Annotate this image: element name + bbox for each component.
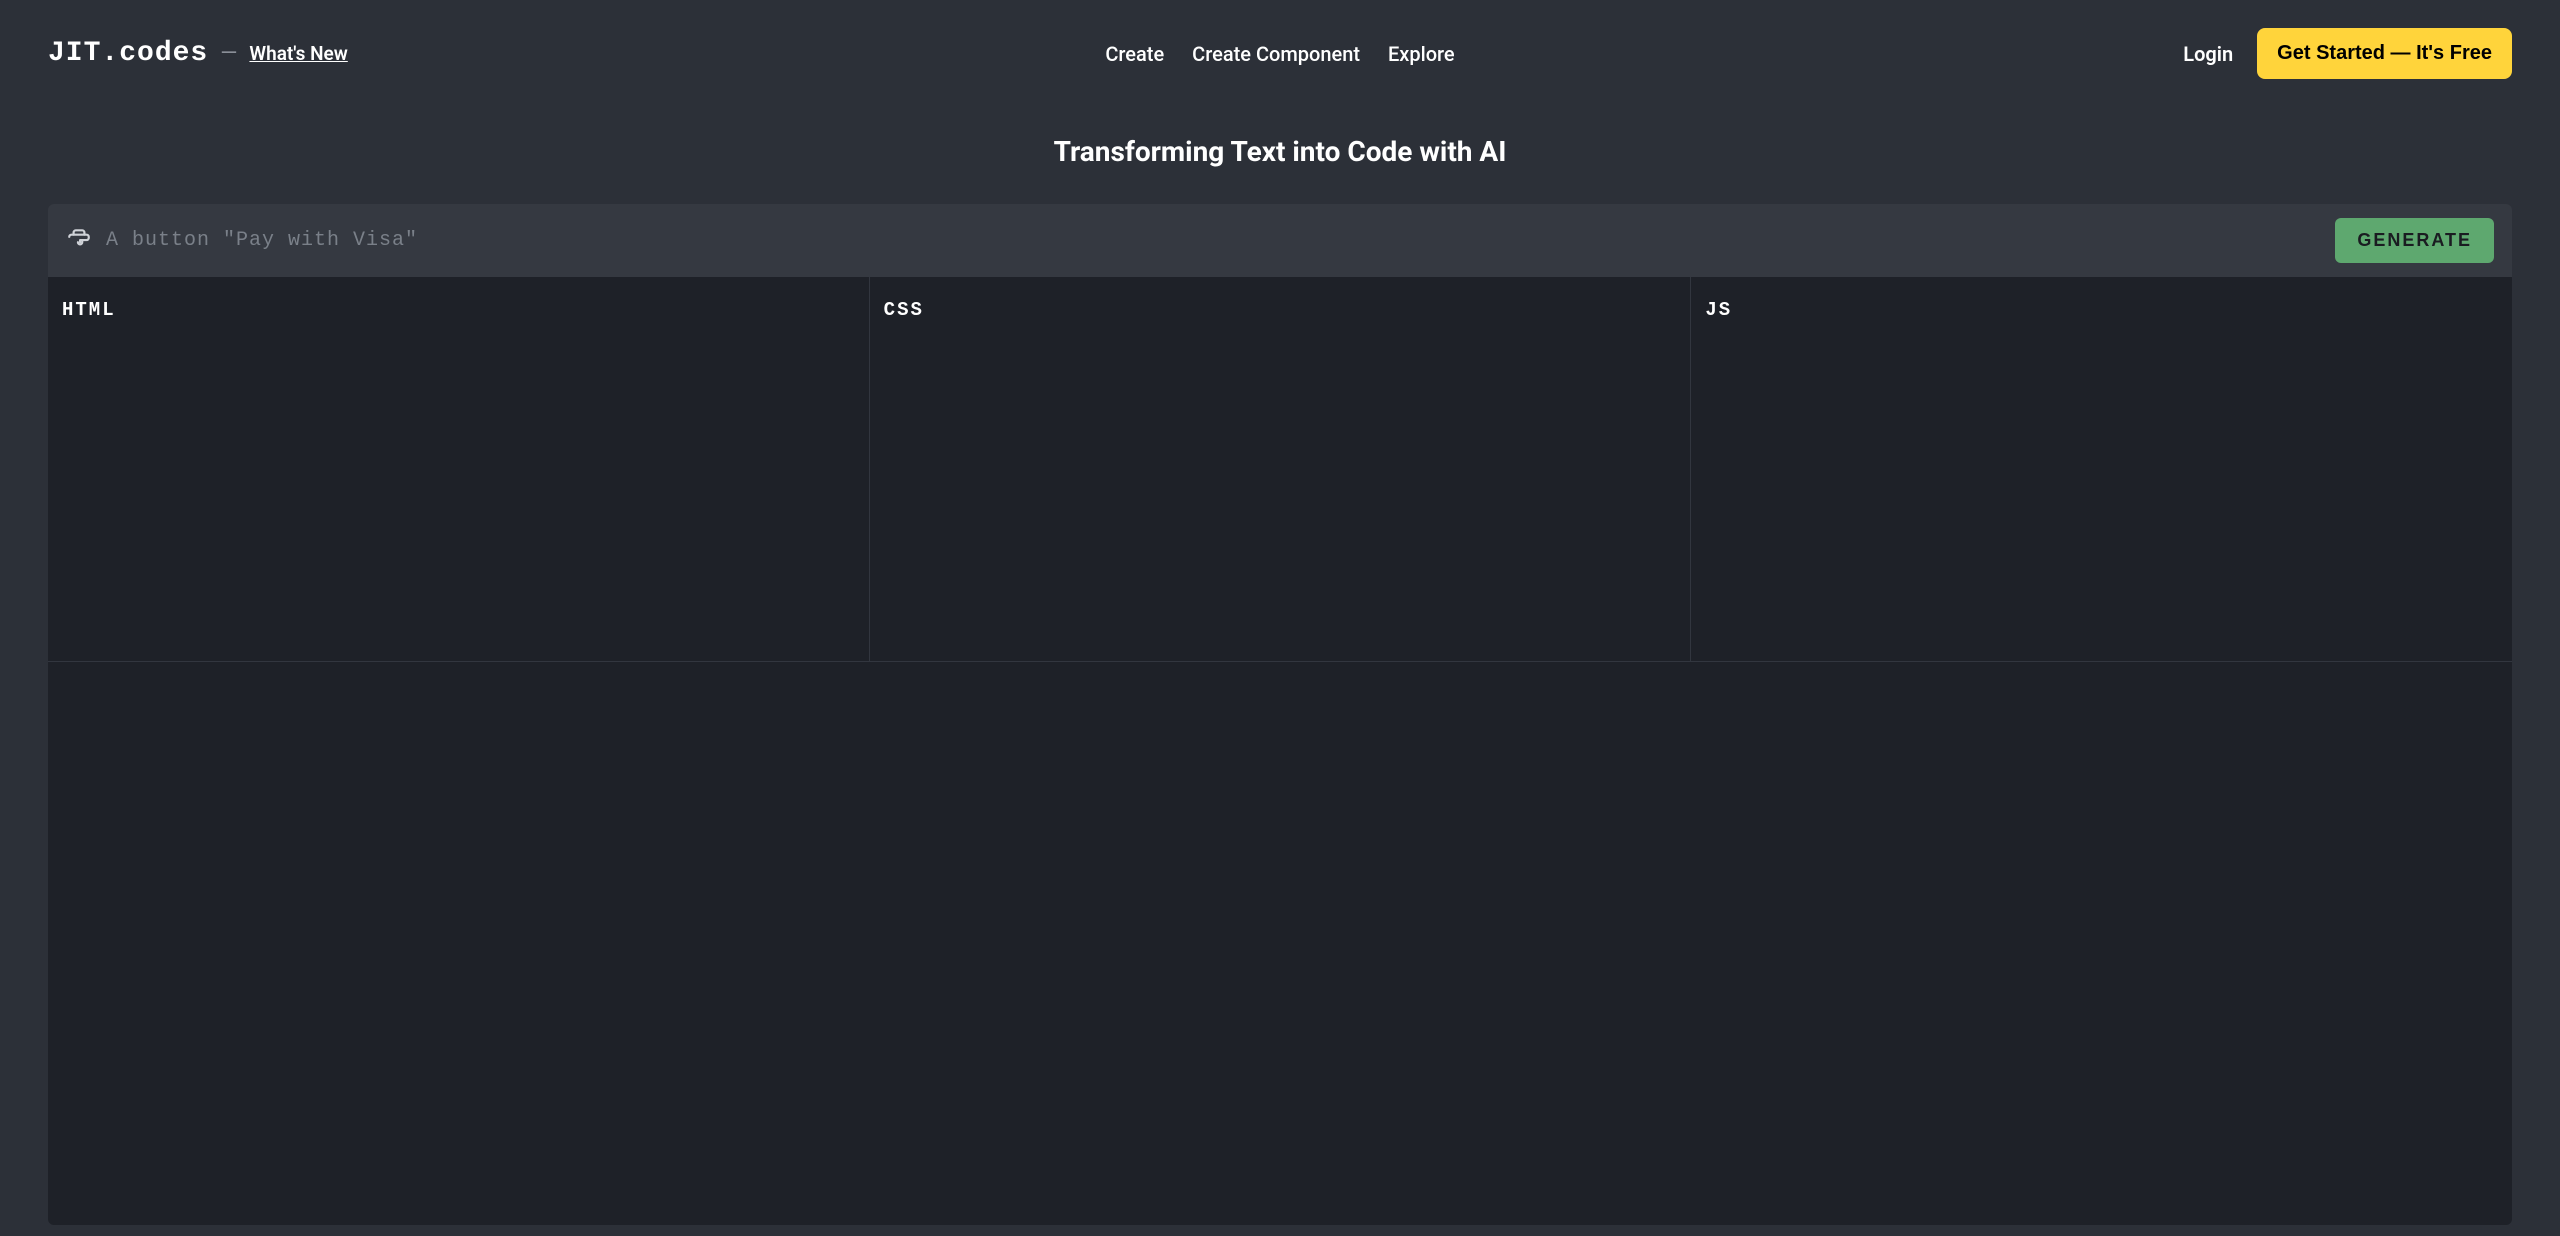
header-right: Login Get Started — It's Free (2183, 28, 2512, 79)
main-container: GENERATE HTML CSS JS (48, 204, 2512, 1225)
prompt-input[interactable] (106, 229, 2321, 252)
preview-area (48, 661, 2512, 1225)
panel-html[interactable]: HTML (48, 277, 870, 661)
whats-new-link[interactable]: What's New (249, 42, 347, 65)
nav-center: Create Create Component Explore (1105, 42, 1454, 66)
hero-title: Transforming Text into Code with AI (0, 135, 2560, 168)
brush-icon (66, 226, 92, 256)
nav-create[interactable]: Create (1105, 42, 1164, 66)
dash-separator: — (220, 41, 237, 66)
generate-button[interactable]: GENERATE (2335, 218, 2494, 263)
input-bar: GENERATE (48, 204, 2512, 277)
nav-explore[interactable]: Explore (1388, 42, 1455, 66)
get-started-button[interactable]: Get Started — It's Free (2257, 28, 2512, 79)
logo[interactable]: JIT.codes (48, 38, 208, 69)
panel-css[interactable]: CSS (870, 277, 1692, 661)
header: JIT.codes — What's New Create Create Com… (0, 0, 2560, 107)
panel-js[interactable]: JS (1691, 277, 2512, 661)
nav-create-component[interactable]: Create Component (1192, 42, 1360, 66)
header-left: JIT.codes — What's New (48, 38, 348, 69)
panel-js-label: JS (1705, 299, 2498, 321)
panel-css-label: CSS (884, 299, 1677, 321)
login-link[interactable]: Login (2183, 42, 2233, 66)
panel-html-label: HTML (62, 299, 855, 321)
code-panels: HTML CSS JS (48, 277, 2512, 661)
